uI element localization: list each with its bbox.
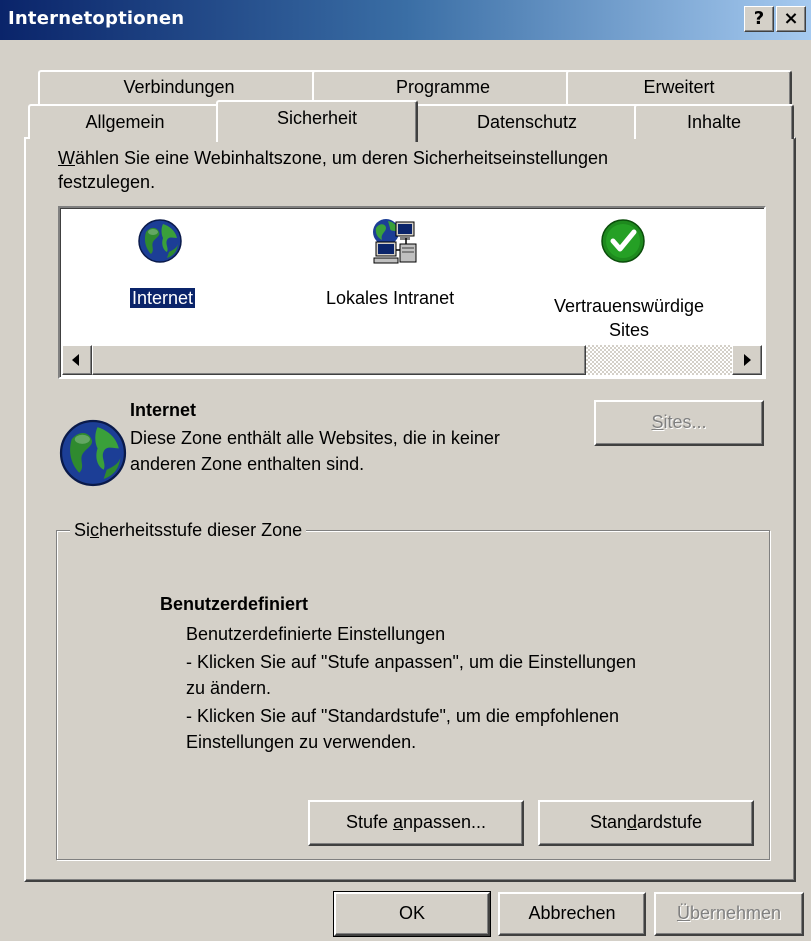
tab-datenschutz[interactable]: Datenschutz	[414, 104, 640, 139]
help-button[interactable]: ?	[744, 6, 774, 32]
button-label: bernehmen	[689, 903, 782, 923]
button-label: Stufe	[345, 812, 393, 832]
tab-verbindungen[interactable]: Verbindungen	[38, 70, 320, 104]
button-label: ardstufe	[637, 812, 703, 832]
window-title: Internetoptionen	[8, 8, 185, 29]
level-description-line4: - Klicken Sie auf "Standardstufe", um di…	[186, 706, 620, 726]
scroll-right-button[interactable]	[732, 345, 762, 375]
intro-text-line2: festzulegen.	[58, 172, 156, 192]
zone-label: Internet	[128, 287, 197, 309]
zone-list-scrollbar[interactable]	[62, 345, 762, 375]
level-description-line1: Benutzerdefinierte Einstellungen	[186, 624, 446, 644]
intro-text: ählen Sie eine Webinhaltszone, um deren …	[75, 148, 609, 168]
title-bar[interactable]: Internetoptionen ? ×	[0, 0, 811, 40]
zone-description-line1: Diese Zone enthält alle Websites, die in…	[130, 428, 500, 448]
tab-inhalte[interactable]: Inhalte	[634, 104, 794, 139]
tab-label: Datenschutz	[476, 112, 578, 132]
default-level-button[interactable]: Standardstufe	[538, 800, 754, 846]
accelerator-char: a	[392, 812, 403, 832]
sites-button[interactable]: Sites...	[594, 400, 764, 446]
security-level-legend: Sicherheitsstufe dieser Zone	[70, 518, 307, 542]
custom-level-button[interactable]: Stufe anpassen...	[308, 800, 524, 846]
internet-options-dialog: Internetoptionen ? × Verbindungen Progra…	[0, 0, 811, 941]
arrow-left-icon	[72, 354, 79, 366]
button-label: npassen...	[402, 812, 487, 832]
zone-instructions: Wählen Sie eine Webinhaltszone, um deren…	[58, 146, 758, 194]
zone-label-line1: Vertrauenswürdige	[553, 296, 705, 316]
apply-button[interactable]: Übernehmen	[654, 892, 804, 936]
accelerator-char: W	[58, 148, 75, 168]
legend-text: Si	[74, 520, 91, 540]
ok-button[interactable]: OK	[333, 891, 491, 937]
level-description-line2: - Klicken Sie auf "Stufe anpassen", um d…	[186, 652, 637, 672]
level-description-line5: Einstellungen zu verwenden.	[186, 732, 417, 752]
intranet-computers-icon	[373, 219, 417, 264]
level-description-line3: zu ändern.	[186, 678, 272, 698]
tab-label: Erweitert	[643, 77, 715, 97]
accelerator-char: d	[626, 812, 637, 832]
tab-allgemein[interactable]: Allgemein	[28, 104, 222, 139]
arrow-right-icon	[744, 354, 751, 366]
globe-icon	[59, 419, 127, 487]
scroll-left-button[interactable]	[62, 345, 92, 375]
cancel-button[interactable]: Abbrechen	[498, 892, 646, 936]
tab-label: Verbindungen	[123, 77, 235, 97]
tab-erweitert[interactable]: Erweitert	[566, 70, 792, 104]
tab-label: Sicherheit	[276, 108, 358, 128]
legend-text: herheitsstufe dieser Zone	[99, 520, 303, 540]
zone-label: Lokales Intranet	[326, 288, 455, 308]
button-label: ites...	[663, 412, 707, 432]
scrollbar-track[interactable]	[586, 345, 732, 375]
globe-icon	[138, 219, 182, 263]
active-tab-joint	[218, 136, 414, 142]
accelerator-char: Ü	[676, 903, 690, 923]
button-label: Stan	[589, 812, 627, 832]
zone-label-line2: Sites	[608, 320, 650, 340]
close-button[interactable]: ×	[776, 6, 806, 32]
zone-name: Internet	[130, 400, 197, 420]
scrollbar-thumb[interactable]	[92, 345, 586, 375]
accelerator-char: c	[90, 520, 100, 540]
tab-label: Allgemein	[85, 112, 165, 132]
tab-label: Programme	[395, 77, 491, 97]
zone-description-line2: anderen Zone enthalten sind.	[130, 454, 365, 474]
tab-programme[interactable]: Programme	[312, 70, 574, 104]
tab-label: Inhalte	[686, 112, 742, 132]
checkmark-icon	[601, 219, 645, 263]
accelerator-char: S	[651, 412, 664, 432]
security-level-name: Benutzerdefiniert	[160, 594, 309, 614]
